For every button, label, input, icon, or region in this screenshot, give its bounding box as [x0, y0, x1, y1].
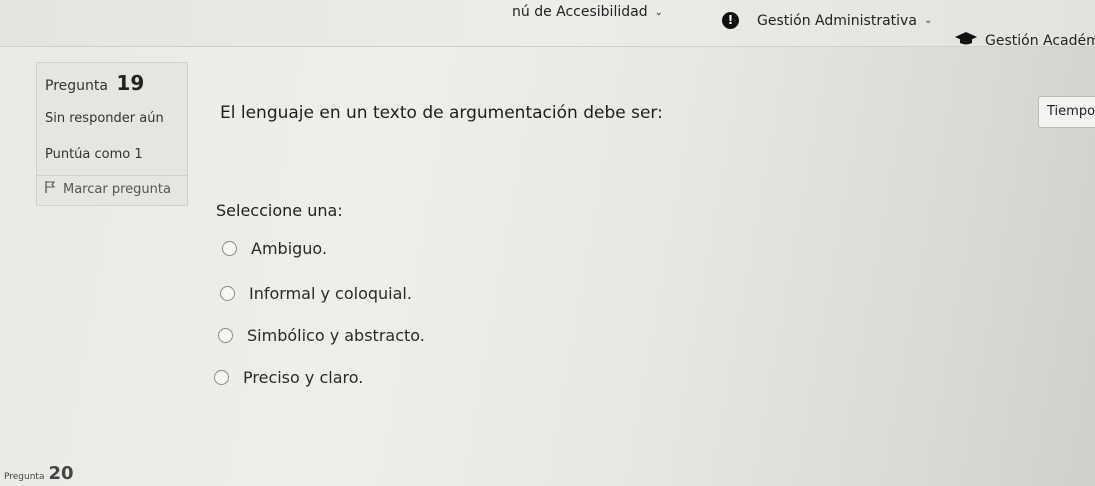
radio-button[interactable]: [220, 286, 235, 301]
nav-admin-label: Gestión Administrativa: [757, 12, 917, 29]
select-one-label: Seleccione una:: [216, 201, 343, 220]
question-status: Sin responder aún: [45, 111, 164, 126]
chevron-down-icon: ⌄: [654, 6, 663, 18]
answer-option-a[interactable]: Ambiguo.: [222, 239, 327, 258]
radio-button[interactable]: [214, 370, 229, 385]
question-number: 19: [116, 71, 145, 95]
divider: [37, 175, 187, 176]
chevron-down-icon: ⌄: [923, 15, 933, 26]
question-info-panel: Pregunta 19 Sin responder aún Puntúa com…: [36, 62, 188, 206]
nav-accessibility-label: nú de Accesibilidad: [512, 4, 648, 20]
top-navbar: nú de Accesibilidad ⌄ ! Gestión Administ…: [0, 0, 1095, 50]
nav-academic-label: Gestión Académi: [985, 33, 1095, 49]
answer-option-b[interactable]: Informal y coloquial.: [220, 284, 412, 303]
flag-icon: [45, 181, 56, 197]
nav-academic-menu[interactable]: Gestión Académi: [955, 32, 1095, 50]
answer-option-label: Ambiguo.: [251, 239, 328, 258]
question-label: Pregunta: [45, 78, 108, 94]
graduation-cap-icon: [955, 32, 977, 50]
answer-option-label: Informal y coloquial.: [249, 284, 412, 303]
answer-option-label: Preciso y claro.: [243, 368, 364, 387]
question-grade: Puntúa como 1: [45, 147, 143, 162]
answer-option-label: Simbólico y abstracto.: [247, 326, 425, 345]
nav-accessibility-menu[interactable]: nú de Accesibilidad ⌄: [512, 4, 663, 20]
question-text: El lenguaje en un texto de argumentación…: [220, 103, 663, 123]
radio-button[interactable]: [218, 328, 233, 343]
next-question-number: 20: [48, 463, 74, 484]
flag-question-label: Marcar pregunta: [63, 181, 171, 197]
answer-option-d[interactable]: Preciso y claro.: [214, 368, 363, 387]
answer-option-c[interactable]: Simbólico y abstracto.: [218, 326, 425, 345]
flag-question-button[interactable]: Marcar pregunta: [45, 181, 171, 197]
question-heading: Pregunta 19: [45, 71, 144, 95]
alert-icon: !: [722, 12, 739, 29]
timer-label: Tiempo: [1047, 104, 1095, 119]
nav-admin-menu[interactable]: ! Gestión Administrativa ⌄: [722, 12, 932, 29]
timer-box: Tiempo: [1038, 96, 1095, 128]
radio-button[interactable]: [222, 241, 237, 256]
next-question-heading: Pregunta 20: [4, 463, 74, 484]
next-question-label: Pregunta: [4, 472, 45, 482]
